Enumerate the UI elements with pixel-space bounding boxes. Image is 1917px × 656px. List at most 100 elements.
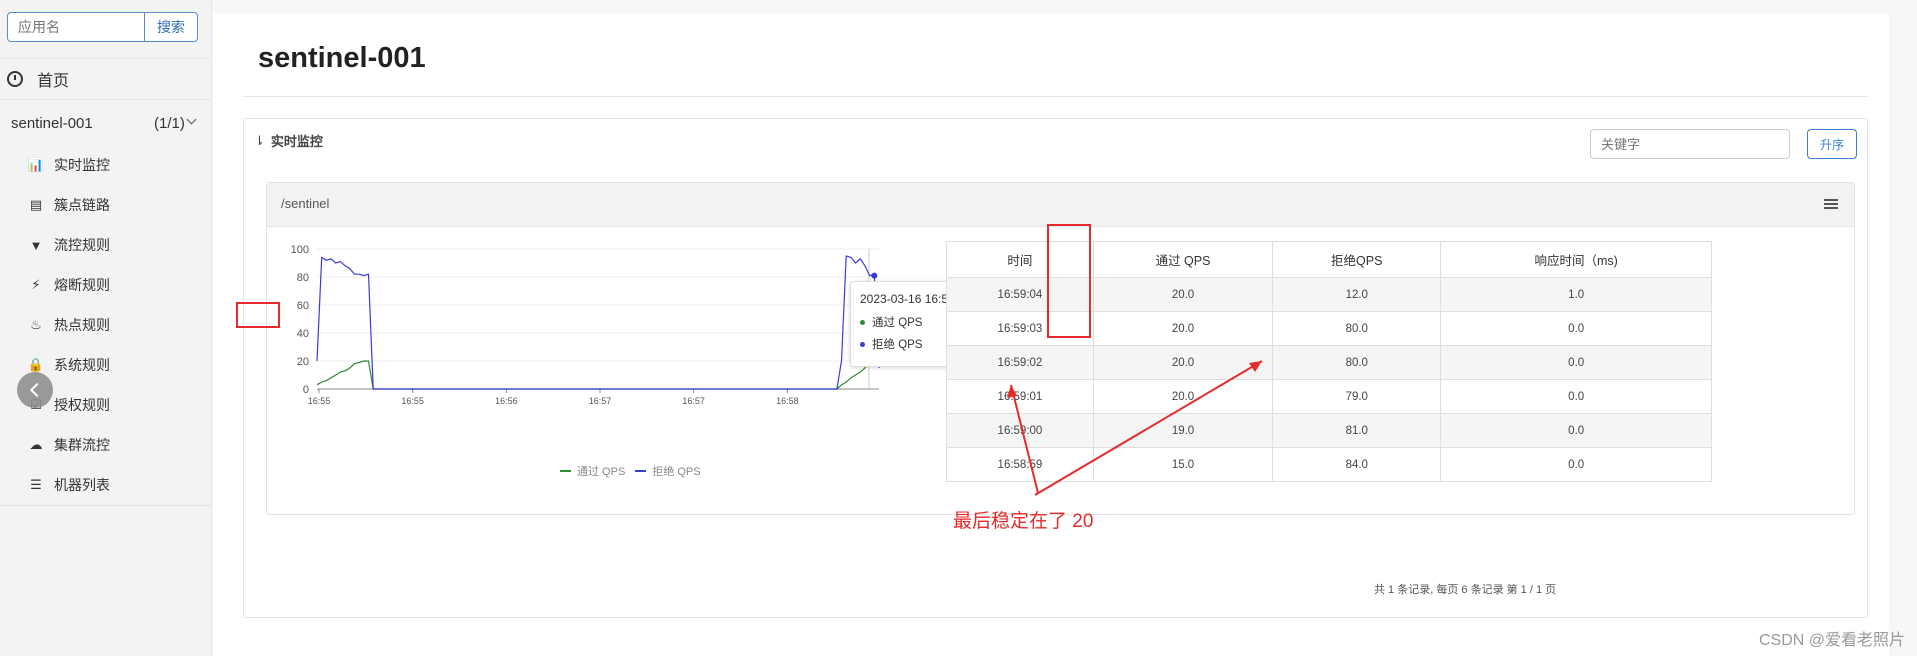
table-cell: 81.0: [1272, 413, 1442, 448]
table-cell: 80.0: [1272, 311, 1442, 346]
watermark: CSDN @爱看老照片: [1758, 632, 1905, 649]
sort-icon: ⇂: [254, 132, 265, 148]
y-tick-label: 60: [297, 300, 309, 312]
table-cell: 80.0: [1272, 345, 1442, 380]
sidebar: 搜索 首页 sentinel-001 (1/1) 📊 实时监控 ▤ 簇点链路 ▼ 流控规则…: [0, 0, 212, 656]
sidebar-item-label: 簇点链路: [54, 197, 110, 213]
x-tick-label: 16:57: [589, 396, 612, 406]
table-cell: 84.0: [1272, 447, 1442, 482]
legend-swatch: [560, 470, 571, 472]
table-cell: 16:59:02: [946, 345, 1094, 380]
app-search: 搜索: [7, 12, 198, 42]
table-cell: 79.0: [1272, 379, 1442, 414]
dashboard-icon: [7, 71, 23, 87]
table-cell: 20.0: [1092, 277, 1274, 312]
nav-home-label: 首页: [37, 73, 70, 90]
page-title: sentinel-001: [258, 42, 426, 74]
sidebar-item-label: 授权规则: [54, 397, 110, 413]
table-cell: 19.0: [1092, 413, 1274, 448]
sidebar-item-7[interactable]: ☁ 集群流控: [0, 425, 212, 465]
table-cell: 0.0: [1440, 413, 1712, 448]
table-cell: 20.0: [1092, 345, 1274, 380]
search-button[interactable]: 搜索: [144, 12, 198, 42]
chart-legend: 通过 QPS 拒绝 QPS: [560, 463, 711, 479]
legend-label-pass: 通过 QPS: [577, 466, 626, 478]
app-name: sentinel-001: [11, 114, 93, 132]
sidebar-item-label: 热点规则: [54, 317, 110, 333]
table-cell: 16:59:01: [946, 379, 1094, 414]
fire-icon: ♨: [30, 317, 42, 332]
sidebar-item-3[interactable]: ⚡ 熔断规则: [0, 265, 212, 305]
collapse-sidebar-button[interactable]: [17, 372, 53, 408]
menu-icon[interactable]: [1824, 199, 1838, 210]
qps-line-chart[interactable]: 0 20 40 60 80 100 16:55 16:55 16:56 16:57 16:57 16:…: [281, 233, 891, 413]
app-search-input[interactable]: [7, 12, 144, 42]
divider: [243, 96, 1868, 97]
y-tick-label: 80: [297, 272, 309, 284]
chevron-down-icon: [186, 114, 197, 125]
legend-swatch: [635, 470, 647, 472]
x-tick-label: 16:55: [308, 396, 331, 406]
table-row: 16:58:59 15.0 84.0 0.0: [946, 447, 1712, 482]
sort-asc-button[interactable]: 升序: [1807, 129, 1857, 159]
annotation-box-axis: [236, 302, 280, 328]
sidebar-item-4[interactable]: ♨ 热点规则: [0, 305, 212, 345]
y-tick-label: 0: [303, 384, 309, 396]
nav-home[interactable]: 首页: [0, 58, 212, 100]
sidebar-item-label: 集群流控: [54, 437, 110, 453]
annotation-text: 最后稳定在了 20: [953, 511, 1094, 532]
block-dot-icon: [860, 341, 865, 347]
legend-item-pass[interactable]: 通过 QPS: [560, 463, 625, 479]
x-tick-label: 16:56: [495, 396, 518, 406]
resource-name: /sentinel: [281, 196, 330, 211]
y-tick-label: 100: [291, 244, 309, 256]
pagination-info: 共 1 条记录, 每页 6 条记录 第 1 / 1 页: [1374, 584, 1557, 596]
keyword-input[interactable]: [1590, 129, 1790, 159]
table-cell: 16:58:59: [946, 447, 1094, 482]
resource-card-header: /sentinel: [267, 183, 1854, 227]
sidebar-item-label: 流控规则: [54, 237, 110, 253]
table-cell: 15.0: [1092, 447, 1274, 482]
legend-label-block: 拒绝 QPS: [652, 466, 701, 478]
app-menu: 📊实时监控▤簇点链路▼流控规则⚡熔断规则♨热点规则🔒系统规则☑授权规则☁集群流控…: [0, 145, 212, 505]
x-tick-label: 16:57: [682, 396, 705, 406]
sidebar-item-1[interactable]: ▤ 簇点链路: [0, 185, 212, 225]
table-cell: 0.0: [1440, 447, 1712, 482]
divider: [0, 505, 212, 506]
sidebar-item-2[interactable]: ▼ 流控规则: [0, 225, 212, 265]
cloud-icon: ☁: [29, 437, 43, 452]
filter-icon: ▼: [29, 237, 43, 253]
panel-title: ⇂ 实时监控: [254, 131, 323, 150]
hover-point: [871, 272, 878, 279]
table-row: 16:59:02 20.0 80.0 0.0: [946, 345, 1712, 380]
table-cell: 0.0: [1440, 311, 1712, 346]
series-line-1: [316, 255, 880, 390]
sidebar-item-label: 实时监控: [54, 157, 110, 173]
table-cell: 1.0: [1440, 277, 1712, 312]
monitor-panel: ⇂ 实时监控 升序 /sentinel 0 20 40 60 80 100 16:55 16:…: [243, 118, 1868, 618]
legend-item-block[interactable]: 拒绝 QPS: [635, 463, 701, 479]
sidebar-item-0[interactable]: 📊 实时监控: [0, 145, 212, 185]
column-header: 拒绝QPS: [1272, 241, 1442, 278]
annotation-box-table: [1047, 224, 1091, 338]
panel-title-label: 实时监控: [270, 134, 323, 149]
table-cell: 0.0: [1440, 379, 1712, 414]
sidebar-item-8[interactable]: ☰ 机器列表: [0, 465, 212, 505]
y-tick-label: 20: [297, 356, 309, 368]
series-line-0: [316, 360, 879, 390]
pass-dot-icon: [860, 319, 865, 325]
table-cell: 16:59:00: [946, 413, 1094, 448]
x-tick-label: 16:55: [401, 396, 424, 406]
th-list-icon: ☰: [30, 477, 42, 492]
app-machine-count: (1/1): [154, 114, 185, 132]
column-header: 通过 QPS: [1092, 241, 1274, 278]
tooltip-pass-label: 通过 QPS: [872, 317, 923, 329]
sidebar-item-label: 系统规则: [54, 357, 110, 373]
table-cell: 20.0: [1092, 311, 1274, 346]
flash-icon: ⚡: [31, 277, 41, 292]
table-cell: 12.0: [1272, 277, 1442, 312]
column-header: 响应时间（ms): [1440, 241, 1712, 278]
sidebar-item-label: 机器列表: [54, 477, 110, 493]
lock-icon: 🔒: [27, 357, 45, 372]
app-selector[interactable]: sentinel-001 (1/1): [0, 108, 212, 138]
